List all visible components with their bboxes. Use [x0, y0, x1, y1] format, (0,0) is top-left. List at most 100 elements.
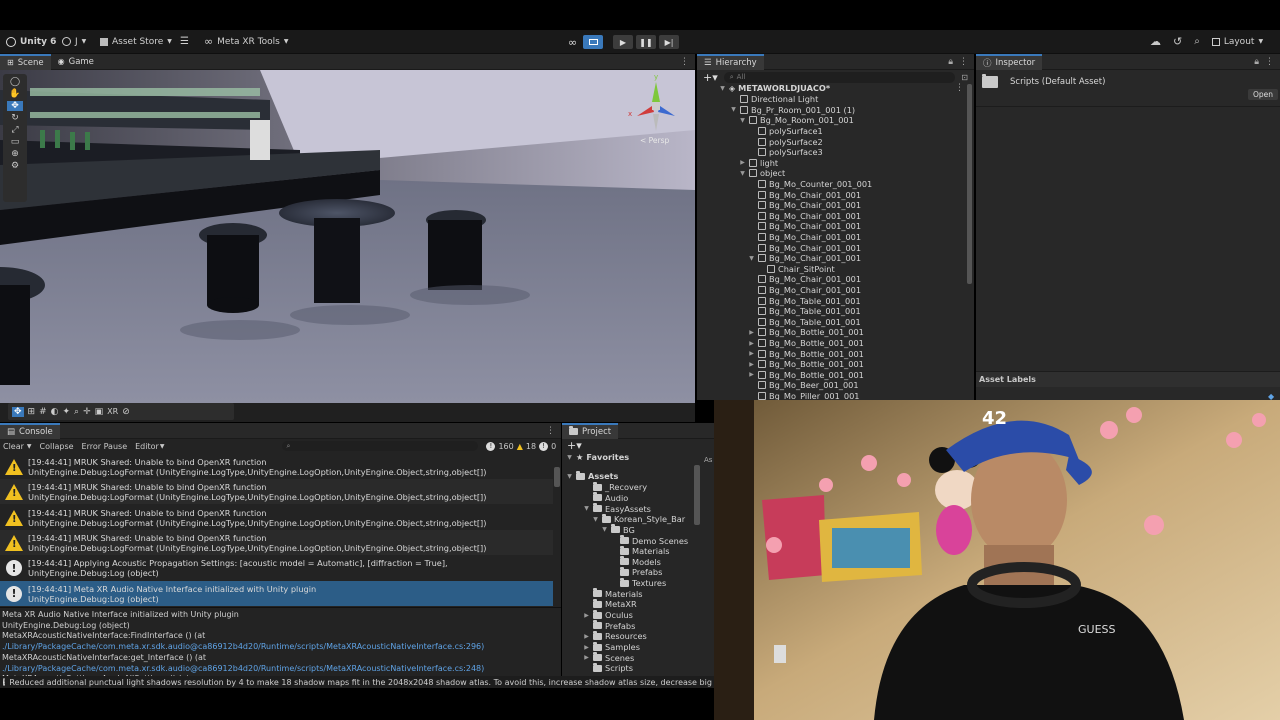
chevron-down-icon[interactable]: ▼ — [592, 516, 599, 523]
stack-trace-link[interactable]: ./Library/PackageCache/com.meta.xr.sdk.a… — [2, 642, 484, 651]
panel-menu-icon[interactable]: ⋮ — [546, 426, 555, 436]
chevron-down-icon[interactable]: ▼ — [160, 443, 165, 450]
chevron-right-icon[interactable]: ▶ — [748, 350, 755, 357]
hierarchy-item[interactable]: Bg_Mo_Beer_001_001 — [748, 380, 859, 391]
lock-icon[interactable]: 🔒︎ — [1254, 57, 1259, 67]
project-folder-item[interactable]: ▼ EasyAssets — [583, 503, 651, 514]
layout-dropdown[interactable]: Layout ▼ — [1211, 30, 1263, 54]
clear-button[interactable]: Clear — [3, 442, 24, 451]
project-folder-item[interactable]: ▶ Samples — [583, 641, 640, 653]
tab-hierarchy[interactable]: ☰ Hierarchy — [697, 53, 764, 70]
chevron-down-icon[interactable]: ▼ — [601, 526, 608, 533]
collapse-button[interactable]: Collapse — [40, 442, 74, 451]
effects-icon[interactable]: ✦ — [63, 407, 71, 417]
orientation-gizmo[interactable]: y x — [625, 73, 687, 138]
panel-menu-icon[interactable]: ⋮ — [959, 57, 968, 67]
tab-scene[interactable]: ⊞ Scene — [0, 53, 51, 70]
hierarchy-item[interactable]: ▼ Bg_Mo_Chair_001_001 — [748, 253, 861, 264]
hierarchy-scrollbar[interactable] — [967, 84, 972, 284]
hierarchy-item[interactable]: Directional Light — [730, 94, 818, 105]
chevron-right-icon[interactable]: ▶ — [748, 371, 755, 378]
gizmos-icon[interactable]: ⊘ — [122, 407, 130, 417]
pivot-icon[interactable]: ✛ — [83, 407, 91, 417]
project-folder-item[interactable]: Scripts — [583, 662, 633, 674]
transform-tool-icon[interactable]: ⊕ — [11, 149, 19, 159]
camera-icon[interactable]: ▣ — [95, 407, 104, 417]
chevron-right-icon[interactable]: ▶ — [748, 329, 755, 336]
chevron-down-icon[interactable]: ▼ — [739, 117, 746, 124]
project-folder-item[interactable]: MetaXR — [583, 598, 637, 610]
project-folder-item[interactable]: Models — [610, 556, 661, 568]
project-folder-item[interactable]: ▶ Scenes — [583, 652, 634, 663]
project-folder-item[interactable]: Audio — [583, 492, 628, 504]
grid-snap-icon[interactable]: ⊞ — [28, 407, 36, 417]
rect-tool-icon[interactable]: ▭ — [11, 137, 20, 147]
hierarchy-item[interactable]: ▶ Bg_Mo_Bottle_001_001 — [748, 327, 864, 338]
hierarchy-item[interactable]: Chair_SitPoint — [757, 264, 835, 275]
project-folder-item[interactable]: Textures — [610, 577, 666, 589]
editor-dropdown[interactable]: Editor — [135, 442, 159, 451]
hierarchy-item[interactable]: ▼ Bg_Mo_Room_001_001 — [739, 115, 854, 126]
hierarchy-item[interactable]: Bg_Mo_Chair_001_001 — [748, 242, 861, 253]
lock-icon[interactable]: 🔒︎ — [948, 57, 953, 67]
scene-filter-icon[interactable]: ⊡ — [961, 73, 968, 82]
chevron-right-icon[interactable]: ▶ — [583, 612, 590, 619]
project-folder-item[interactable]: Materials — [610, 545, 670, 557]
hierarchy-item[interactable]: polySurface3 — [748, 147, 823, 158]
xr-sim-icon[interactable]: ∞ — [568, 36, 580, 49]
meta-xr-tools-dropdown[interactable]: ∞ Meta XR Tools ▼ — [204, 30, 288, 54]
history-icon[interactable]: ↺ — [1173, 35, 1182, 48]
package-button[interactable]: ☰ — [180, 30, 189, 54]
add-icon[interactable]: +▾ — [567, 439, 582, 452]
scene-viewport[interactable]: ◯ ✋ ✥ ↻ ⤢ ▭ ⊕ ⚙ y x < Persp — [0, 70, 695, 403]
chevron-down-icon[interactable]: ▼ — [583, 505, 590, 512]
console-log-entry[interactable]: [19:44:41] MRUK Shared: Unable to bind O… — [0, 454, 553, 479]
grid-icon[interactable]: # — [39, 407, 47, 417]
move-tool-icon[interactable]: ✥ — [7, 101, 23, 111]
hierarchy-item[interactable]: Bg_Mo_Chair_001_001 — [748, 200, 861, 211]
project-folder-item[interactable]: _Recovery — [583, 481, 647, 493]
project-scrollbar[interactable] — [694, 465, 700, 525]
chevron-right-icon[interactable]: ▶ — [583, 644, 590, 651]
console-log-entry[interactable]: [19:44:41] MRUK Shared: Unable to bind O… — [0, 479, 553, 505]
move-icon[interactable]: ✥ — [12, 406, 24, 417]
project-folder-item[interactable]: Materials — [583, 588, 643, 600]
console-log-entry[interactable]: ! [19:44:41] Meta XR Audio Native Interfa… — [0, 580, 553, 606]
console-log-entry[interactable]: [19:44:41] MRUK Shared: Unable to bind O… — [0, 529, 553, 555]
project-folder-item[interactable]: ▶ Oculus — [583, 609, 633, 621]
error-pause-button[interactable]: Error Pause — [82, 442, 128, 451]
asset-store-button[interactable]: Asset Store ▼ — [100, 30, 172, 54]
project-folder-item[interactable]: Demo Scenes — [610, 535, 688, 546]
shading-icon[interactable]: ◐ — [51, 407, 59, 417]
tab-project[interactable]: Project — [562, 422, 619, 439]
rotate-tool-icon[interactable]: ↻ — [11, 113, 19, 123]
hierarchy-item[interactable]: Bg_Mo_Counter_001_001 — [748, 179, 872, 190]
chevron-right-icon[interactable]: ▶ — [583, 654, 590, 661]
console-search-input[interactable]: ⌕ — [282, 441, 479, 451]
panel-menu-icon[interactable]: ⋮ — [1265, 57, 1274, 67]
root-menu-icon[interactable]: ⋮ — [955, 83, 964, 93]
hand-tool-icon[interactable]: ✋ — [9, 89, 20, 99]
favorites-header[interactable]: ▼ ★ Favorites — [566, 452, 629, 463]
project-folder-item[interactable]: Prefabs — [583, 620, 635, 631]
project-folder-item[interactable]: ▼ Korean_Style_Bar — [592, 513, 685, 525]
hierarchy-item[interactable]: Bg_Mo_Chair_001_001 — [748, 285, 861, 296]
chevron-right-icon[interactable]: ▶ — [748, 361, 755, 368]
chevron-down-icon[interactable]: ▼ — [27, 443, 32, 450]
hierarchy-root[interactable]: ▼ ◈ METAWORLDJUACO* — [719, 83, 830, 94]
chevron-down-icon[interactable]: ▼ — [748, 255, 755, 262]
error-count-icon[interactable]: ! — [539, 441, 549, 451]
hierarchy-item[interactable]: ▶ Bg_Mo_Bottle_001_001 — [748, 348, 864, 359]
project-folder-item[interactable]: Prefabs — [610, 566, 662, 578]
chevron-down-icon[interactable]: ▼ — [730, 106, 737, 113]
console-scrollbar[interactable] — [554, 467, 560, 487]
hierarchy-item[interactable]: Bg_Mo_Table_001_001 — [748, 295, 861, 306]
console-log-entry[interactable]: ! [19:44:41] Applying Acoustic Propagatio… — [0, 555, 553, 580]
hierarchy-item[interactable]: Bg_Mo_Table_001_001 — [748, 317, 861, 328]
hierarchy-item[interactable]: Bg_Mo_Table_001_001 — [748, 306, 861, 317]
pause-button[interactable]: ❚❚ — [636, 35, 656, 49]
hierarchy-item[interactable]: Bg_Mo_Chair_001_001 — [748, 211, 861, 222]
hierarchy-item[interactable]: Bg_Mo_Chair_001_001 — [748, 221, 861, 232]
stack-trace-link[interactable]: ./Library/PackageCache/com.meta.xr.sdk.a… — [2, 664, 484, 673]
hierarchy-item[interactable]: ▼ Bg_Pr_Room_001_001 (1) — [730, 105, 855, 116]
